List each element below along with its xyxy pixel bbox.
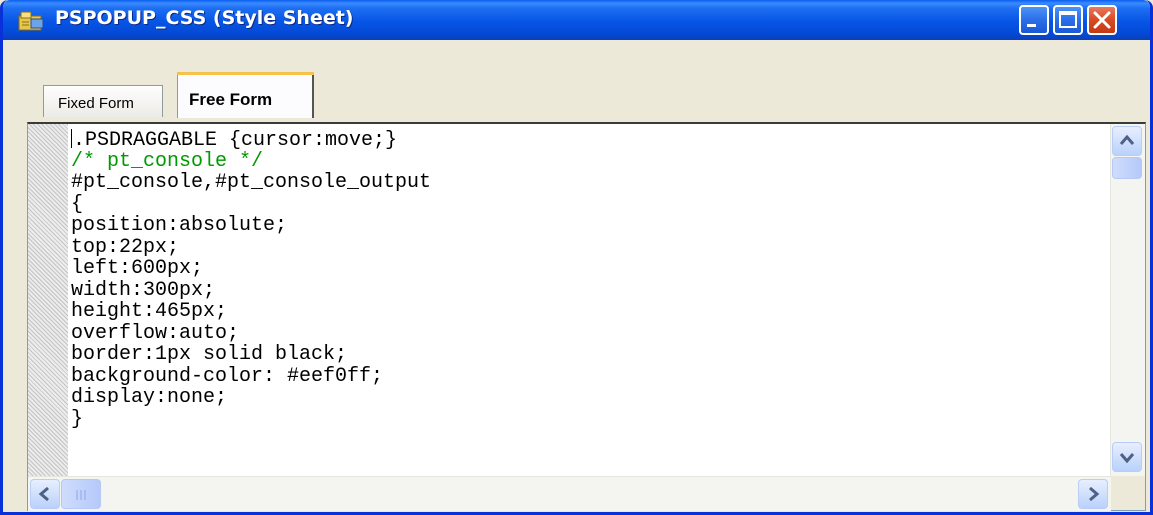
arrow-right-icon bbox=[1089, 486, 1100, 502]
stylesheet-app-icon bbox=[17, 10, 45, 32]
tab-fixed-form[interactable]: Fixed Form bbox=[43, 85, 163, 117]
code-line: height:465px; bbox=[71, 301, 1101, 323]
close-icon bbox=[1093, 11, 1111, 29]
arrow-down-icon bbox=[1119, 453, 1135, 464]
minimize-icon bbox=[1027, 24, 1036, 27]
code-line: background-color: #eef0ff; bbox=[71, 364, 1101, 388]
code-line-text: overflow:auto; bbox=[71, 321, 240, 345]
vertical-scroll-thumb[interactable] bbox=[1112, 157, 1142, 179]
code-line-text: width:300px; bbox=[71, 278, 216, 302]
code-line-text: background-color: #eef0ff; bbox=[71, 364, 384, 388]
scroll-left-button[interactable] bbox=[30, 479, 60, 509]
code-line-text: position:absolute; bbox=[71, 214, 288, 237]
tab-free-form[interactable]: Free Form bbox=[177, 72, 314, 118]
code-line-text: border:1px solid black; bbox=[71, 343, 348, 366]
code-line-text: { bbox=[71, 192, 84, 216]
scroll-right-button[interactable] bbox=[1078, 479, 1108, 509]
style-sheet-window: PSPOPUP_CSS (Style Sheet) Fixed Form Fre… bbox=[0, 0, 1153, 515]
code-line: border:1px solid black; bbox=[71, 344, 1101, 366]
code-line: display:none; bbox=[71, 387, 1101, 409]
code-text-area[interactable]: .PSDRAGGABLE {cursor:move;}/* pt_console… bbox=[71, 129, 1101, 474]
code-line: top:22px; bbox=[71, 235, 1101, 259]
code-line: left:600px; bbox=[71, 258, 1101, 280]
tab-label: Fixed Form bbox=[58, 95, 134, 112]
close-button[interactable] bbox=[1087, 5, 1117, 35]
code-line: position:absolute; bbox=[71, 215, 1101, 237]
scroll-down-button[interactable] bbox=[1112, 442, 1142, 472]
maximize-icon bbox=[1059, 11, 1077, 28]
code-line-text: top:22px; bbox=[71, 235, 180, 259]
code-line-text: display:none; bbox=[71, 386, 228, 409]
code-line: width:300px; bbox=[71, 278, 1101, 302]
tab-label: Free Form bbox=[189, 90, 273, 109]
code-line-text: } bbox=[71, 407, 84, 431]
code-line: } bbox=[71, 407, 1101, 431]
code-editor[interactable]: .PSDRAGGABLE {cursor:move;}/* pt_console… bbox=[27, 122, 1146, 511]
code-line: .PSDRAGGABLE {cursor:move;} bbox=[71, 129, 1101, 151]
horizontal-scrollbar[interactable] bbox=[28, 476, 1111, 511]
code-line-text: left:600px; bbox=[71, 257, 204, 280]
title-bar[interactable]: PSPOPUP_CSS (Style Sheet) bbox=[3, 0, 1150, 40]
tab-strip: Fixed Form Free Form bbox=[3, 40, 1150, 122]
code-line-text: height:465px; bbox=[71, 300, 228, 323]
editor-gutter bbox=[28, 124, 68, 476]
arrow-up-icon bbox=[1119, 134, 1135, 145]
arrow-left-icon bbox=[38, 486, 49, 502]
scrollbar-corner bbox=[1111, 476, 1145, 510]
scroll-up-button[interactable] bbox=[1112, 126, 1142, 156]
horizontal-scroll-thumb[interactable] bbox=[61, 479, 101, 509]
maximize-button[interactable] bbox=[1053, 5, 1083, 35]
text-caret bbox=[71, 129, 72, 148]
code-line-text: /* pt_console */ bbox=[71, 149, 264, 173]
code-line: overflow:auto; bbox=[71, 321, 1101, 345]
window-title: PSPOPUP_CSS (Style Sheet) bbox=[55, 7, 354, 29]
code-line: #pt_console,#pt_console_output bbox=[71, 172, 1101, 194]
code-comment-line: /* pt_console */ bbox=[71, 149, 1101, 173]
grip-icon bbox=[76, 490, 86, 500]
vertical-scrollbar[interactable] bbox=[1110, 124, 1145, 476]
minimize-button[interactable] bbox=[1019, 5, 1049, 35]
code-line-text: #pt_console,#pt_console_output bbox=[71, 171, 432, 194]
code-line: { bbox=[71, 192, 1101, 216]
